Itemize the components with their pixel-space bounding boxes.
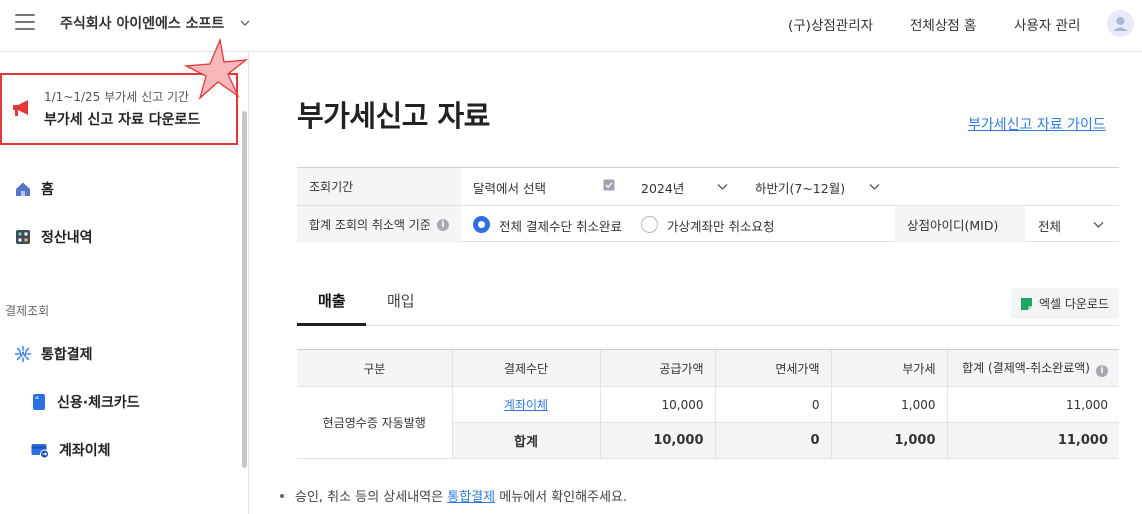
tab-active-indicator (297, 323, 366, 326)
info-icon[interactable]: i (1096, 365, 1108, 377)
user-management-link[interactable]: 사용자 관리 (1014, 14, 1080, 34)
user-icon (1113, 17, 1128, 31)
total-taxfree-cell: 0 (714, 422, 831, 459)
radio-vaccount-cancel-label[interactable]: 가상계좌만 취소요청 (667, 216, 774, 235)
sidebar-item-integrated-payment[interactable]: W 통합결제 (14, 343, 93, 365)
calculator-icon (16, 230, 30, 244)
excel-icon (1021, 297, 1032, 310)
filter-panel: 조회기간 달력에서 선택 2024년 하반기(7~12월) 합계 조회의 취소액… (297, 167, 1119, 243)
mid-select[interactable]: 전체 (1038, 216, 1061, 235)
bank-transfer-icon (31, 444, 49, 459)
sidebar-item-label: 신용·체크카드 (57, 395, 140, 411)
star-highlight-icon (183, 37, 249, 100)
tab-divider (297, 325, 1119, 326)
bullet (280, 494, 284, 498)
filter-row-period: 조회기간 달력에서 선택 2024년 하반기(7~12월) (297, 168, 1119, 205)
all-stores-home-link[interactable]: 전체상점 홈 (910, 14, 976, 34)
category-cell: 현금영수증 자동발행 (297, 386, 452, 459)
period-select[interactable]: 달력에서 선택 (473, 178, 546, 197)
col-total-label: 합계 (결제액-취소완료액) (962, 361, 1090, 375)
sidebar-item-bank-transfer[interactable]: 계좌이체 (31, 439, 111, 461)
megaphone-icon (13, 100, 28, 116)
sidebar-item-label: 통합결제 (41, 347, 93, 363)
supply-cell: 10,000 (599, 386, 715, 423)
radio-vaccount-cancel[interactable] (641, 216, 658, 233)
sidebar-item-settlement[interactable]: 정산내역 (14, 226, 93, 248)
card-icon (33, 394, 45, 410)
period-label: 조회기간 (297, 168, 461, 205)
notice-subtitle: 1/1~1/25 부가세 신고 기간 (44, 90, 190, 104)
integrated-payment-link[interactable]: 통합결제 (447, 490, 495, 505)
legacy-admin-link[interactable]: (구)상점관리자 (788, 14, 873, 34)
sidebar: 1/1~1/25 부가세 신고 기간 부가세 신고 자료 다운로드 홈 정산내역… (0, 53, 249, 514)
menu-icon[interactable] (15, 14, 35, 32)
col-total: 합계 (결제액-취소완료액) i (946, 349, 1119, 387)
col-method: 결제수단 (451, 349, 600, 387)
period-label-text: 조회기간 (309, 180, 354, 194)
cancel-basis-label-text: 합계 조회의 취소액 기준 (309, 218, 431, 232)
mid-label-text: 상점아이디(MID) (907, 218, 999, 233)
chevron-down-icon[interactable] (716, 180, 729, 193)
sidebar-item-label: 홈 (41, 182, 54, 198)
year-select[interactable]: 2024년 (641, 178, 684, 197)
mid-label: 상점아이디(MID) (895, 206, 1025, 243)
sidebar-section-payments: 결제조회 (5, 304, 50, 318)
vat-guide-link[interactable]: 부가세신고 자료 가이드 (968, 114, 1106, 134)
bank-transfer-link[interactable]: 계좌이체 (504, 398, 548, 412)
home-icon (16, 182, 30, 196)
page-title: 부가세신고 자료 (297, 99, 490, 133)
vat-cell: 1,000 (830, 386, 947, 423)
radio-all-cancel-label[interactable]: 전체 결제수단 취소완료 (499, 216, 622, 235)
sidebar-item-label: 계좌이체 (59, 443, 111, 459)
sidebar-item-home[interactable]: 홈 (14, 178, 54, 200)
tab-sales[interactable]: 매출 (318, 290, 346, 311)
col-vat: 부가세 (830, 349, 947, 387)
sidebar-item-label: 정산내역 (41, 230, 93, 246)
tab-purchase[interactable]: 매입 (387, 290, 415, 311)
payment-spark-icon: W (14, 345, 32, 363)
calendar-check-icon[interactable] (603, 179, 615, 191)
company-name[interactable]: 주식회사 아이엔에스 소프트 (60, 13, 224, 33)
table-row: 현금영수증 자동발행 계좌이체 10,000 0 1,000 11,000 (297, 386, 1119, 459)
half-year-select[interactable]: 하반기(7~12월) (755, 178, 845, 197)
taxfree-cell: 0 (714, 386, 831, 423)
notice-title: 부가세 신고 자료 다운로드 (44, 112, 201, 128)
top-bar: 주식회사 아이엔에스 소프트 (구)상점관리자 전체상점 홈 사용자 관리 (0, 0, 1142, 52)
table-header-row: 구분 결제수단 공급가액 면세가액 부가세 합계 (결제액-취소완료액) i (297, 349, 1119, 387)
col-taxfree: 면세가액 (714, 349, 831, 387)
vat-table: 구분 결제수단 공급가액 면세가액 부가세 합계 (결제액-취소완료액) i 현금… (297, 349, 1119, 459)
chevron-down-icon[interactable] (868, 180, 881, 193)
col-category: 구분 (297, 349, 452, 387)
filter-row-cancel-basis: 합계 조회의 취소액 기준 i 전체 결제수단 취소완료 가상계좌만 취소요청 … (297, 205, 1119, 243)
excel-download-button[interactable]: 엑셀 다운로드 (1011, 288, 1119, 319)
chevron-down-icon[interactable] (238, 16, 252, 30)
avatar[interactable] (1107, 10, 1134, 37)
info-icon[interactable]: i (436, 218, 449, 231)
sidebar-scrollbar[interactable] (242, 111, 247, 468)
method-cell: 계좌이체 (451, 386, 600, 423)
note-text: 메뉴에서 확인해주세요. (499, 490, 628, 505)
excel-download-label: 엑셀 다운로드 (1039, 297, 1110, 311)
note-text: 승인, 취소 등의 상세내역은 (295, 490, 444, 505)
cancel-basis-label: 합계 조회의 취소액 기준 i (297, 206, 461, 243)
note-item: 승인, 취소 등의 상세내역은 통합결제 메뉴에서 확인해주세요. (280, 486, 627, 505)
svg-text:W: W (19, 351, 27, 359)
chevron-down-icon[interactable] (1092, 218, 1105, 231)
total-label-cell: 합계 (451, 422, 600, 459)
radio-all-cancel[interactable] (473, 216, 490, 233)
total-cell: 11,000 (946, 386, 1119, 423)
total-total-cell: 11,000 (946, 422, 1119, 459)
sidebar-item-credit-card[interactable]: 신용·체크카드 (31, 391, 140, 413)
col-supply: 공급가액 (599, 349, 715, 387)
total-supply-cell: 10,000 (599, 422, 715, 459)
total-vat-cell: 1,000 (830, 422, 947, 459)
